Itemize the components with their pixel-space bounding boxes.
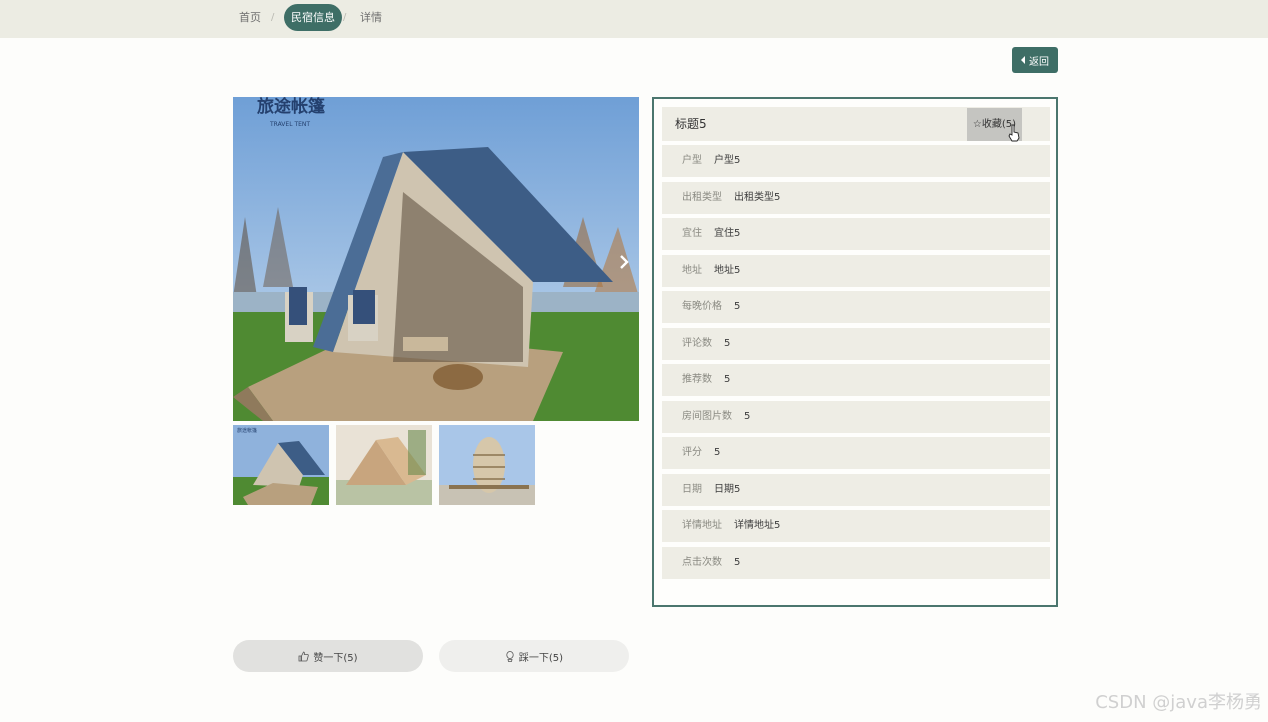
field-label: 点击次数: [682, 557, 722, 568]
tent-photo-image: 旅途帐篷 TRAVEL TENT: [233, 97, 639, 421]
field-value: 5: [744, 411, 751, 422]
field-value: 出租类型5: [734, 192, 781, 203]
field-label: 户型: [682, 155, 702, 166]
field-label: 宜住: [682, 228, 702, 239]
field-value: 宜住5: [714, 228, 741, 239]
field-value: 5: [714, 447, 721, 458]
main-photo: 旅途帐篷 TRAVEL TENT: [233, 97, 639, 421]
field-value: 日期5: [714, 484, 741, 495]
thumbnail-image: [336, 425, 432, 505]
top-nav-bar: 首页 / 民宿信息 / 详情: [0, 0, 1268, 38]
thumbnail-image: [439, 425, 535, 505]
csdn-watermark: CSDN @java李杨勇: [1095, 692, 1262, 713]
field-row: 日期 日期5: [662, 474, 1050, 506]
back-button-label: 返回: [1029, 56, 1049, 68]
brand-text: 旅途帐篷: [257, 97, 326, 117]
dislike-button[interactable]: 踩一下(5): [439, 640, 629, 672]
dislike-button-label: 踩一下(5): [518, 652, 564, 664]
field-label: 日期: [682, 484, 702, 495]
field-row: 每晚价格 5: [662, 291, 1050, 323]
field-row: 房间图片数 5: [662, 401, 1050, 433]
field-row: 出租类型 出租类型5: [662, 182, 1050, 214]
field-label: 地址: [682, 265, 702, 276]
detail-panel: 标题5 ☆收藏(5) 户型 户型5 出租类型 出租类型5 宜住 宜住5 地址 地址5 每…: [652, 97, 1058, 607]
field-row: 评论数 5: [662, 328, 1050, 360]
field-label: 评论数: [682, 338, 712, 349]
detail-title: 标题5: [675, 117, 707, 131]
chevron-right-icon: [620, 255, 629, 269]
field-row: 宜住 宜住5: [662, 218, 1050, 250]
field-row: 详情地址 详情地址5: [662, 510, 1050, 542]
thumbnail-image: 旅途帐篷: [233, 425, 329, 505]
field-label: 每晚价格: [682, 301, 722, 312]
next-image-arrow[interactable]: [614, 252, 634, 272]
like-button[interactable]: 赞一下(5): [233, 640, 423, 672]
field-value: 5: [734, 301, 741, 312]
title-row: 标题5 ☆收藏(5): [662, 107, 1050, 142]
field-row: 推荐数 5: [662, 364, 1050, 396]
brand-subtext: TRAVEL TENT: [269, 121, 310, 128]
thumbnail-1[interactable]: 旅途帐篷: [233, 425, 329, 505]
back-button[interactable]: 返回: [1012, 47, 1058, 73]
like-button-label: 赞一下(5): [313, 652, 358, 664]
field-row: 点击次数 5: [662, 547, 1050, 579]
field-label: 评分: [682, 447, 702, 458]
nav-separator: /: [271, 12, 275, 23]
thumbs-up-icon: [299, 651, 310, 661]
hand-cursor-icon: [1008, 124, 1020, 142]
nav-home[interactable]: 首页: [233, 4, 267, 31]
field-value: 5: [734, 557, 741, 568]
field-value: 地址5: [714, 265, 741, 276]
field-value: 户型5: [714, 155, 741, 166]
field-value: 5: [724, 374, 731, 385]
footprint-icon: [506, 650, 514, 662]
thumbnail-2[interactable]: [336, 425, 432, 505]
caret-left-icon: [1021, 56, 1025, 64]
field-label: 房间图片数: [682, 411, 732, 422]
nav-separator: /: [343, 12, 347, 23]
thumbnail-3[interactable]: [439, 425, 535, 505]
field-row: 地址 地址5: [662, 255, 1050, 287]
field-row: 评分 5: [662, 437, 1050, 469]
nav-detail[interactable]: 详情: [354, 4, 388, 31]
field-label: 推荐数: [682, 374, 712, 385]
field-row: 户型 户型5: [662, 145, 1050, 177]
field-label: 出租类型: [682, 192, 722, 203]
nav-homestay-info[interactable]: 民宿信息: [284, 4, 342, 31]
thumb-brand-text: 旅途帐篷: [237, 427, 257, 434]
field-label: 详情地址: [682, 520, 722, 531]
field-value: 详情地址5: [734, 520, 781, 531]
field-value: 5: [724, 338, 731, 349]
